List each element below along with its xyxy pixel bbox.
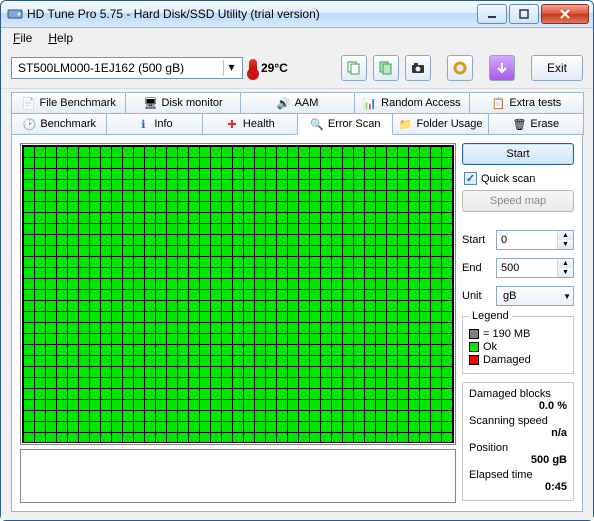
end-label: End [462, 262, 492, 274]
speed-map-button: Speed map [462, 190, 574, 212]
tab-health[interactable]: ✚Health [202, 113, 298, 135]
drive-select[interactable]: ST500LM000-1EJ162 (500 gB) ▾ [11, 57, 243, 79]
titlebar: HD Tune Pro 5.75 - Hard Disk/SSD Utility… [1, 1, 593, 28]
tab-file-benchmark[interactable]: 📄File Benchmark [11, 92, 126, 114]
damaged-blocks-label: Damaged blocks [469, 388, 567, 400]
position-label: Position [469, 442, 567, 454]
elapsed-label: Elapsed time [469, 469, 567, 481]
tab-folder-usage[interactable]: 📁Folder Usage [392, 113, 488, 135]
legend-box: Legend = 190 MB Ok Damaged [462, 316, 574, 374]
search-icon: 🔍 [310, 117, 324, 131]
drive-select-value: ST500LM000-1EJ162 (500 gB) [18, 61, 184, 75]
tab-disk-monitor[interactable]: 🖥Disk monitor [125, 92, 240, 114]
start-field-row: Start 0 ▲▼ [462, 230, 574, 250]
tab-extra-tests[interactable]: 📋Extra tests [469, 92, 584, 114]
folder-icon: 📁 [398, 117, 412, 131]
error-scan-page: Start ✓ Quick scan Speed map Start 0 ▲▼ … [11, 135, 583, 512]
toolbar: ST500LM000-1EJ162 (500 gB) ▾ 29°C Exit [1, 48, 593, 89]
tab-error-scan[interactable]: 🔍Error Scan [297, 113, 393, 135]
settings-button[interactable] [447, 55, 473, 81]
side-panel: Start ✓ Quick scan Speed map Start 0 ▲▼ … [462, 143, 574, 503]
unit-label: Unit [462, 290, 492, 302]
tab-info[interactable]: ℹInfo [106, 113, 202, 135]
damaged-blocks-value: 0.0 % [469, 400, 567, 412]
stats-box: Damaged blocks 0.0 % Scanning speed n/a … [462, 382, 574, 501]
window-title: HD Tune Pro 5.75 - Hard Disk/SSD Utility… [27, 7, 477, 21]
exit-button[interactable]: Exit [531, 55, 583, 81]
scanning-speed-value: n/a [469, 427, 567, 439]
start-button[interactable]: Start [462, 143, 574, 165]
unit-select[interactable]: gB ▼ [496, 286, 574, 306]
end-input[interactable]: 500 ▲▼ [496, 258, 574, 278]
random-icon: 📊 [363, 96, 377, 110]
legend-swatch-damaged [469, 355, 479, 365]
legend-swatch-block [469, 329, 479, 339]
maximize-button[interactable] [509, 4, 539, 24]
tab-random-access[interactable]: 📊Random Access [354, 92, 469, 114]
speaker-icon: 🔊 [277, 96, 291, 110]
block-grid-inner [22, 145, 454, 443]
info-icon: ℹ [136, 117, 150, 131]
gauge-icon: 🕑 [22, 117, 36, 131]
close-button[interactable] [541, 4, 589, 24]
client-area: 📄File Benchmark 🖥Disk monitor 🔊AAM 📊Rand… [1, 89, 593, 520]
chevron-down-icon: ▼ [563, 292, 571, 301]
tab-aam[interactable]: 🔊AAM [240, 92, 355, 114]
app-icon [7, 6, 23, 22]
file-icon: 📄 [21, 96, 35, 110]
unit-field-row: Unit gB ▼ [462, 286, 574, 306]
menu-help[interactable]: Help [42, 30, 79, 46]
legend-title: Legend [469, 310, 512, 322]
elapsed-value: 0:45 [469, 481, 567, 493]
temperature-value: 29°C [261, 61, 288, 75]
tab-benchmark[interactable]: 🕑Benchmark [11, 113, 107, 135]
start-input[interactable]: 0 ▲▼ [496, 230, 574, 250]
health-icon: ✚ [225, 117, 239, 131]
spinner-arrows[interactable]: ▲▼ [557, 231, 573, 249]
copy-info-button[interactable] [341, 55, 367, 81]
chevron-down-icon: ▾ [223, 60, 239, 76]
scan-area [20, 143, 456, 503]
tab-row-secondary: 📄File Benchmark 🖥Disk monitor 🔊AAM 📊Rand… [11, 92, 583, 114]
thermometer-icon [249, 59, 257, 77]
block-grid [20, 143, 456, 445]
trash-icon: 🗑 [512, 117, 526, 131]
spinner-arrows[interactable]: ▲▼ [557, 259, 573, 277]
menu-file[interactable]: File [7, 30, 38, 46]
minimize-to-tray-button[interactable] [489, 55, 515, 81]
save-screenshot-button[interactable] [405, 55, 431, 81]
tab-row-primary: 🕑Benchmark ℹInfo ✚Health 🔍Error Scan 📁Fo… [11, 113, 583, 135]
start-label: Start [462, 234, 492, 246]
scanning-speed-label: Scanning speed [469, 415, 567, 427]
position-value: 500 gB [469, 454, 567, 466]
copy-screenshot-button[interactable] [373, 55, 399, 81]
list-icon: 📋 [491, 96, 505, 110]
menubar: File Help [1, 28, 593, 48]
checkbox-icon: ✓ [464, 172, 477, 185]
tab-erase[interactable]: 🗑Erase [488, 113, 584, 135]
log-box [20, 449, 456, 503]
monitor-icon: 🖥 [144, 96, 158, 110]
temperature-display: 29°C [249, 59, 325, 77]
quick-scan-checkbox[interactable]: ✓ Quick scan [464, 172, 574, 185]
end-field-row: End 500 ▲▼ [462, 258, 574, 278]
legend-swatch-ok [469, 342, 479, 352]
minimize-button[interactable] [477, 4, 507, 24]
